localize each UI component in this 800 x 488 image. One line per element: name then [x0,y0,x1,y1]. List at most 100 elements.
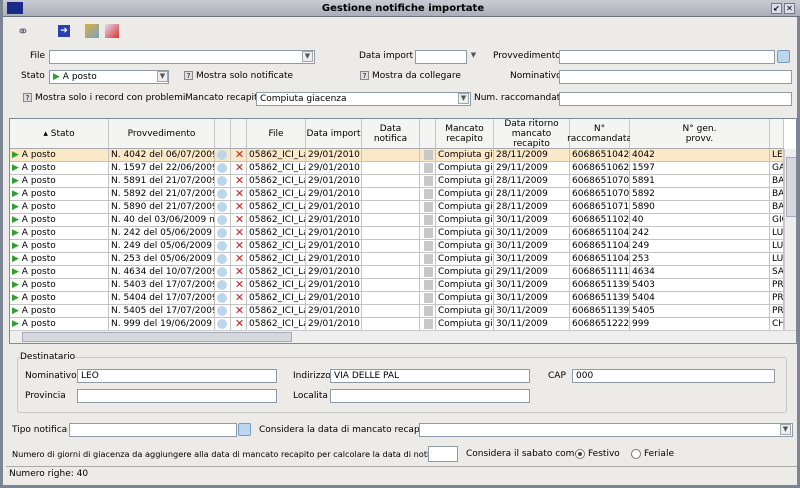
feriale-radio[interactable]: Feriale [631,448,674,461]
chevron-down-icon[interactable]: ▼ [157,71,168,82]
delete-icon[interactable]: ✕ [231,266,247,279]
scroll-thumb[interactable] [22,332,292,342]
delete-icon[interactable]: ✕ [231,201,247,214]
cap-field[interactable]: 000 [572,369,775,383]
restore-button[interactable]: ↙ [771,3,782,14]
raccomandata-field[interactable] [559,92,792,106]
table-cell: 30/11/2009 [494,240,570,253]
chevron-down-icon[interactable]: ▼ [458,93,469,104]
header-file[interactable]: File [247,119,306,149]
search-icon[interactable] [215,201,231,214]
document-icon[interactable] [420,175,436,188]
document-icon[interactable] [420,162,436,175]
data-import-field[interactable] [415,50,467,64]
document-icon[interactable] [420,240,436,253]
provvedimento-field[interactable] [559,50,775,64]
close-button[interactable]: ✕ [784,3,795,14]
stato-select[interactable]: ▶ A posto [49,70,169,84]
mostra-collegare-toggle[interactable]: ? Mostra da collegare [360,70,461,83]
search-icon[interactable] [777,50,790,63]
delete-icon[interactable]: ✕ [231,162,247,175]
mostra-notificate-toggle[interactable]: ? Mostra solo notificate [184,70,293,83]
document-icon[interactable] [420,227,436,240]
horizontal-scrollbar[interactable] [10,330,796,343]
table-row[interactable]: ▶ A postoN. 5891 del 21/07/2009 nc✕05862… [10,175,784,188]
document-icon[interactable] [420,214,436,227]
search-icon[interactable] [215,253,231,266]
exit-arrow-icon[interactable]: ➔ [58,25,70,37]
search-icon[interactable] [215,214,231,227]
search-icon[interactable] [215,240,231,253]
table-row[interactable]: ▶ A postoN. 5404 del 17/07/2009 nc✕05862… [10,292,784,305]
table-row[interactable]: ▶ A postoN. 4634 del 10/07/2009 nc✕05862… [10,266,784,279]
chevron-down-icon[interactable]: ▼ [780,424,791,435]
tipo-notifica-field[interactable] [69,423,237,437]
table-row[interactable]: ▶ A postoN. 249 del 05/06/2009 not✕05862… [10,240,784,253]
document-icon[interactable] [420,253,436,266]
delete-icon[interactable]: ✕ [231,305,247,318]
document-icon[interactable] [420,305,436,318]
document-icon[interactable] [420,201,436,214]
festivo-radio[interactable]: Festivo [575,448,620,461]
document-icon[interactable] [420,266,436,279]
calendar-dropdown-icon[interactable]: ▼ [468,51,479,62]
document-icon[interactable] [420,188,436,201]
table-row[interactable]: ▶ A postoN. 5403 del 17/07/2009 nc✕05862… [10,279,784,292]
document-icon[interactable] [420,279,436,292]
dest-nominativo-field[interactable]: LEO [77,369,277,383]
delete-icon[interactable]: ✕ [231,279,247,292]
binoculars-icon[interactable]: ⚭ [17,24,29,40]
header-gen-provv[interactable]: N° gen. provv. [630,119,770,149]
header-provvedimento[interactable]: Provvedimento [109,119,215,149]
search-icon[interactable] [215,305,231,318]
search-icon[interactable] [215,292,231,305]
table-row[interactable]: ▶ A postoN. 5890 del 21/07/2009 nc✕05862… [10,201,784,214]
provincia-field[interactable] [77,389,277,403]
document-icon[interactable] [420,292,436,305]
localita-field[interactable] [330,389,530,403]
header-data-notifica[interactable]: Data notifica [362,119,420,149]
header-mancato[interactable]: Mancato recapito [436,119,494,149]
giorni-field[interactable] [428,446,458,462]
table-row[interactable]: ▶ A postoN. 242 del 05/06/2009 not✕05862… [10,227,784,240]
table-row[interactable]: ▶ A postoN. 40 del 03/06/2009 notif✕0586… [10,214,784,227]
export-icon[interactable] [105,24,119,38]
table-row[interactable]: ▶ A postoN. 1597 del 22/06/2009 nc✕05862… [10,162,784,175]
nominativo-field[interactable] [559,70,792,84]
table-row[interactable]: ▶ A postoN. 5405 del 17/07/2009 nc✕05862… [10,305,784,318]
search-icon[interactable] [215,175,231,188]
chevron-down-icon[interactable]: ▼ [302,51,313,62]
delete-icon[interactable]: ✕ [231,188,247,201]
search-icon[interactable] [215,279,231,292]
search-icon[interactable] [215,266,231,279]
file-select[interactable] [49,50,315,64]
delete-icon[interactable]: ✕ [231,227,247,240]
header-data-import[interactable]: Data import [306,119,362,149]
vertical-scrollbar[interactable] [784,149,796,330]
search-icon[interactable] [215,162,231,175]
indirizzo-field[interactable]: VIA DELLE PAL [330,369,530,383]
delete-icon[interactable]: ✕ [231,149,247,162]
document-icon[interactable] [420,149,436,162]
delete-icon[interactable]: ✕ [231,214,247,227]
table-cell: BAS [770,175,784,188]
header-raccomandata[interactable]: N° raccomandata [567,119,632,149]
mancato-select[interactable]: Compiuta giacenza [256,92,471,106]
search-icon[interactable] [215,149,231,162]
considera-select[interactable] [419,423,793,437]
scroll-thumb[interactable] [786,157,796,217]
table-row[interactable]: ▶ A postoN. 4042 del 06/07/2009 nc✕05862… [10,149,784,162]
mostra-problemi-toggle[interactable]: ? Mostra solo i record con problemi [23,92,185,105]
table-row[interactable]: ▶ A postoN. 253 del 05/06/2009 not✕05862… [10,253,784,266]
delete-icon[interactable]: ✕ [231,253,247,266]
header-data-ritorno[interactable]: Data ritorno mancato recapito [494,119,570,149]
delete-icon[interactable]: ✕ [231,240,247,253]
delete-icon[interactable]: ✕ [231,292,247,305]
search-icon[interactable] [238,423,251,436]
search-icon[interactable] [215,227,231,240]
header-stato[interactable]: ▴ Stato [10,119,109,149]
table-row[interactable]: ▶ A postoN. 5892 del 21/07/2009 nc✕05862… [10,188,784,201]
search-icon[interactable] [215,188,231,201]
import-icon[interactable] [85,24,99,38]
delete-icon[interactable]: ✕ [231,175,247,188]
